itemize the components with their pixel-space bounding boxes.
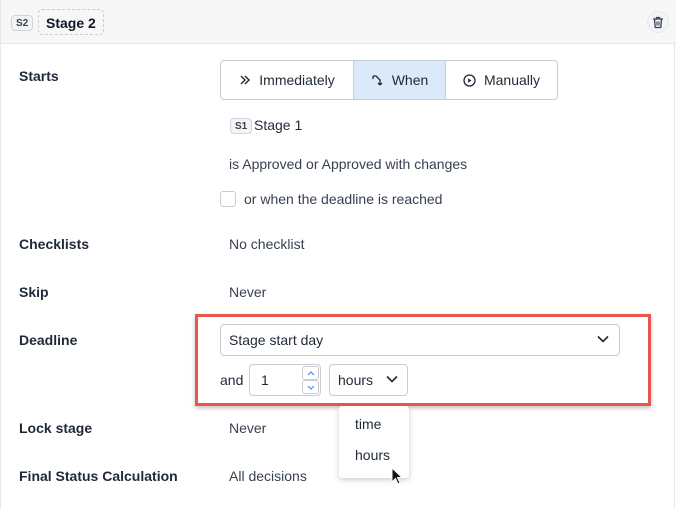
option-immediately[interactable]: Immediately xyxy=(221,61,354,99)
trash-icon xyxy=(653,16,663,28)
deadline-amount-input[interactable]: 1 xyxy=(249,364,321,396)
checklists-label: Checklists xyxy=(19,236,90,252)
lock-stage-value[interactable]: Never xyxy=(229,420,266,436)
option-immediately-label: Immediately xyxy=(259,72,335,88)
stage-badge: S2 xyxy=(11,15,34,31)
chevron-up-icon xyxy=(307,370,314,375)
unit-option-hours[interactable]: hours xyxy=(355,447,390,463)
chevron-down-icon xyxy=(597,335,609,343)
increment-button[interactable] xyxy=(302,366,319,380)
deadline-base-select[interactable]: Stage start day xyxy=(220,324,620,356)
delete-stage-button[interactable] xyxy=(647,11,669,33)
branch-merge-icon xyxy=(372,74,383,85)
stage-title[interactable]: Stage 2 xyxy=(38,9,104,35)
lock-stage-label: Lock stage xyxy=(19,420,93,436)
deadline-unit-value: hours xyxy=(338,372,374,388)
skip-value[interactable]: Never xyxy=(229,284,266,300)
final-status-value[interactable]: All decisions xyxy=(229,468,307,484)
deadline-reached-checkbox[interactable] xyxy=(220,191,236,207)
skip-label: Skip xyxy=(19,284,49,300)
chevron-down-icon xyxy=(386,375,398,383)
source-stage-badge: S1 xyxy=(230,118,253,134)
option-when[interactable]: When xyxy=(354,61,446,99)
decrement-button[interactable] xyxy=(302,380,319,394)
option-manually[interactable]: Manually xyxy=(446,61,557,99)
starts-label: Starts xyxy=(19,68,59,84)
checklists-value[interactable]: No checklist xyxy=(229,236,304,252)
deadline-base-value: Stage start day xyxy=(229,332,324,348)
deadline-label: Deadline xyxy=(19,332,78,348)
start-condition-text: is Approved or Approved with changes xyxy=(229,156,468,172)
play-circle-icon xyxy=(463,73,476,87)
option-when-label: When xyxy=(391,72,429,88)
starts-segmented-control: Immediately When Manually xyxy=(220,60,558,100)
deadline-amount-value: 1 xyxy=(261,372,269,388)
double-chevron-right-icon xyxy=(240,75,251,85)
unit-option-time[interactable]: time xyxy=(355,416,381,432)
mouse-cursor-icon xyxy=(391,467,403,485)
source-stage-name[interactable]: Stage 1 xyxy=(254,117,302,133)
stage-panel: S2 Stage 2 Starts Immediately When Manua… xyxy=(0,0,676,509)
deadline-unit-select[interactable]: hours xyxy=(329,364,408,396)
chevron-down-small-icon xyxy=(307,385,314,390)
and-label: and xyxy=(220,372,244,388)
stage-header: S2 Stage 2 xyxy=(1,0,676,44)
option-manually-label: Manually xyxy=(483,72,541,88)
final-status-label: Final Status Calculation xyxy=(19,468,178,484)
deadline-reached-label: or when the deadline is reached xyxy=(244,191,443,207)
